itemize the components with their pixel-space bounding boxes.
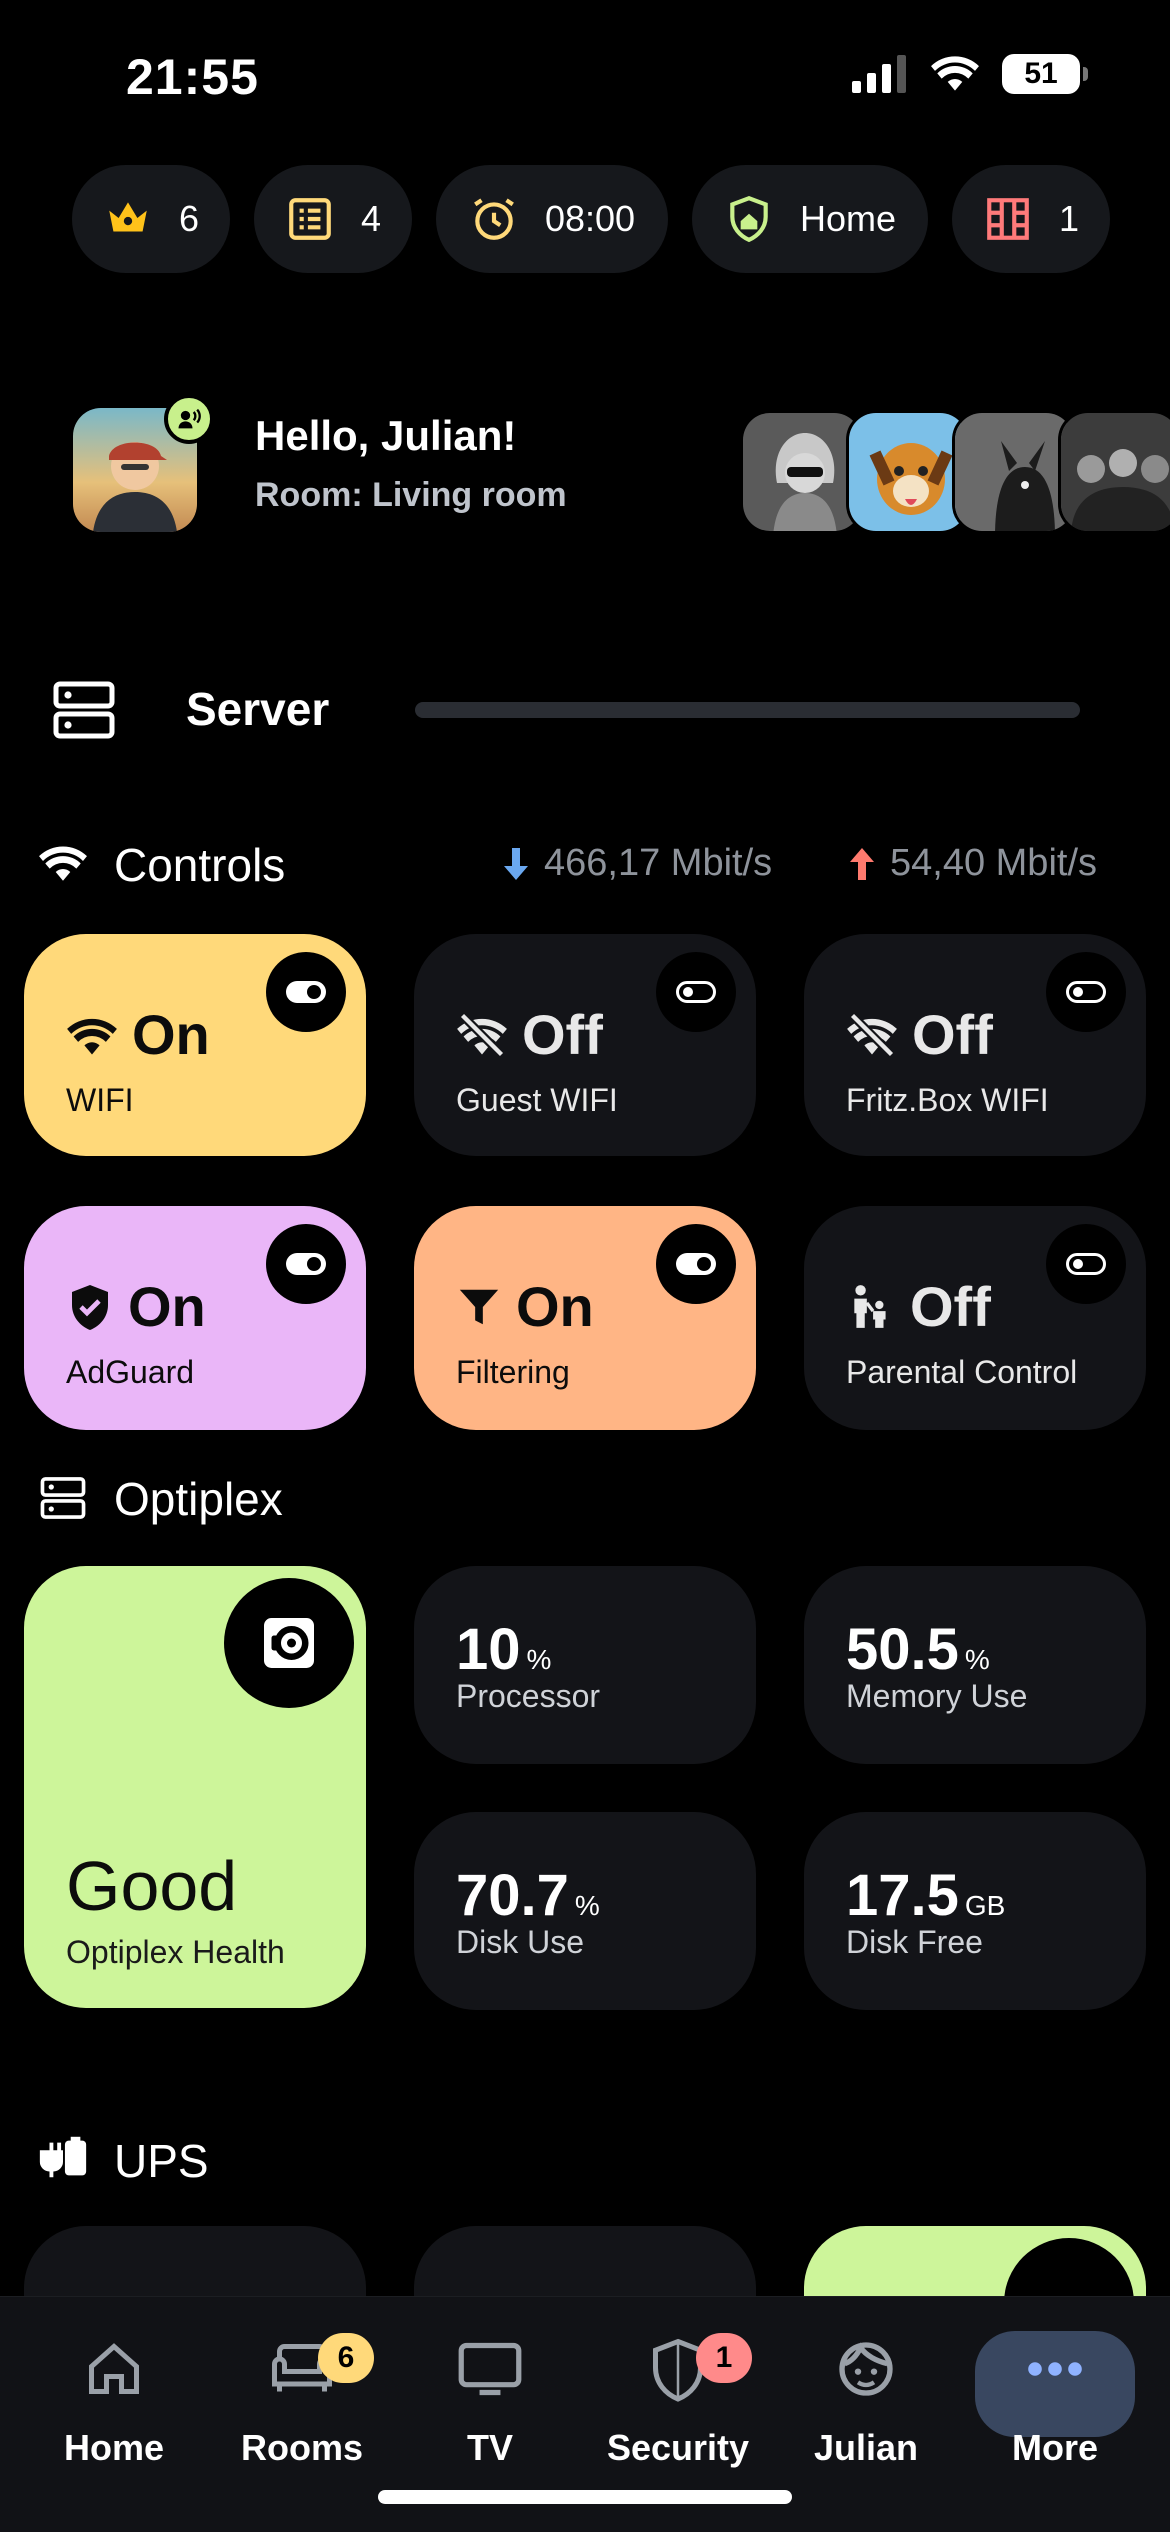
- tile-wifi-label: WIFI: [66, 1082, 134, 1118]
- rooms-badge: 6: [318, 2333, 374, 2383]
- tile-adguard-state: On: [66, 1274, 206, 1339]
- upload-arrow-icon: [850, 847, 874, 880]
- tile-guest-wifi-state: Off: [456, 1002, 603, 1067]
- nav-more[interactable]: More: [975, 2329, 1135, 2469]
- voice-badge-icon: [164, 394, 214, 444]
- tile-guest-wifi-label: Guest WIFI: [456, 1082, 618, 1118]
- tile-adguard-label: AdGuard: [66, 1354, 195, 1390]
- toggle-off-icon[interactable]: [1046, 952, 1126, 1032]
- toggle-on-icon[interactable]: [266, 952, 346, 1032]
- tile-parental-control-state: Off: [846, 1274, 991, 1339]
- wifi-off-icon: [457, 1011, 507, 1058]
- toggle-on-icon[interactable]: [656, 1224, 736, 1304]
- metric-disk-use[interactable]: 70.7% Disk Use: [414, 1812, 756, 2010]
- chip-mode-label: Home: [799, 198, 897, 239]
- download-arrow-icon: [504, 847, 528, 880]
- home-indicator[interactable]: [378, 2490, 792, 2504]
- tile-wifi[interactable]: On WIFI: [24, 934, 366, 1156]
- list-icon: [289, 198, 331, 240]
- tile-filtering-state: On: [456, 1274, 594, 1339]
- nav-tv[interactable]: TV: [410, 2329, 570, 2469]
- household-members: [740, 410, 1170, 534]
- home-icon: [89, 2343, 139, 2394]
- status-icons: 51: [852, 54, 1088, 94]
- tile-fritzbox-wifi[interactable]: Off Fritz.Box WIFI: [804, 934, 1146, 1156]
- user-face-icon: [839, 2342, 893, 2396]
- chip-tasks-count: 4: [360, 198, 382, 239]
- nav-julian[interactable]: Julian: [786, 2329, 946, 2469]
- parent-child-icon: [854, 1284, 886, 1328]
- member-avatar[interactable]: [1058, 410, 1170, 534]
- metric-memory-value: 50.5%: [846, 1617, 990, 1682]
- metric-disk-use-value: 70.7%: [456, 1863, 600, 1928]
- shield-check-icon: [72, 1284, 108, 1330]
- current-room: Room: Living room: [255, 476, 567, 514]
- server-progress-bar: [415, 702, 1080, 718]
- download-speed: 466,17 Mbit/s: [502, 842, 772, 885]
- tile-fritzbox-wifi-state: Off: [846, 1002, 993, 1067]
- upload-speed-value: 54,40 Mbit/s: [890, 842, 1097, 884]
- metric-processor-label: Processor: [456, 1678, 601, 1714]
- greeting-title: Hello, Julian!: [255, 412, 517, 459]
- security-badge: 1: [696, 2333, 752, 2383]
- wifi-status-icon: [931, 56, 979, 91]
- tile-fritzbox-wifi-label: Fritz.Box WIFI: [846, 1082, 1049, 1118]
- nav-rooms[interactable]: Rooms 6: [222, 2329, 382, 2469]
- metric-processor-value: 10%: [456, 1617, 552, 1682]
- metric-processor[interactable]: 10% Processor: [414, 1566, 756, 1764]
- optiplex-title: Optiplex: [114, 1473, 283, 1525]
- health-value: Good: [66, 1847, 238, 1925]
- metric-disk-free-label: Disk Free: [846, 1924, 983, 1960]
- nav-home[interactable]: Home: [34, 2329, 194, 2469]
- home-shield-icon: [730, 195, 768, 243]
- tile-adguard[interactable]: On AdGuard: [24, 1206, 366, 1430]
- more-dots-icon: [1028, 2362, 1082, 2376]
- chip-tasks[interactable]: 4: [254, 165, 412, 273]
- optiplex-server-icon: [38, 1476, 88, 1525]
- controls-title: Controls: [114, 839, 286, 891]
- tile-filtering[interactable]: On Filtering: [414, 1206, 756, 1430]
- tile-guest-wifi[interactable]: Off Guest WIFI: [414, 934, 756, 1156]
- metric-disk-free[interactable]: 17.5 GB Disk Free: [804, 1812, 1146, 2010]
- server-icon: [52, 680, 116, 745]
- crown-icon: [109, 202, 147, 232]
- tile-parental-control-label: Parental Control: [846, 1354, 1078, 1390]
- health-label: Optiplex Health: [66, 1934, 285, 1970]
- chip-mode[interactable]: Home: [692, 165, 928, 273]
- download-speed-value: 466,17 Mbit/s: [544, 842, 773, 884]
- alarm-icon: [474, 198, 514, 240]
- toggle-on-icon[interactable]: [266, 1224, 346, 1304]
- filter-icon: [459, 1289, 499, 1324]
- chip-doors-count: 1: [1058, 198, 1080, 239]
- chip-lights[interactable]: 6: [72, 165, 230, 273]
- tile-filtering-label: Filtering: [456, 1354, 570, 1390]
- wifi-icon: [67, 1018, 117, 1054]
- chip-doors[interactable]: 1: [952, 165, 1110, 273]
- toggle-off-icon[interactable]: [1046, 1224, 1126, 1304]
- tile-parental-control[interactable]: Off Parental Control: [804, 1206, 1146, 1430]
- server-label[interactable]: Server: [186, 682, 329, 736]
- battery-indicator: 51: [1002, 54, 1088, 94]
- tile-optiplex-health[interactable]: Good Optiplex Health: [24, 1566, 366, 2008]
- health-status-icon: [224, 1578, 354, 1708]
- chip-alarm[interactable]: 08:00: [436, 165, 668, 273]
- metric-disk-free-value: 17.5 GB: [846, 1863, 1006, 1928]
- chip-alarm-time: 08:00: [544, 198, 636, 239]
- status-time: 21:55: [126, 49, 259, 105]
- metric-memory[interactable]: 50.5% Memory Use: [804, 1566, 1146, 1764]
- chip-lights-count: 6: [178, 198, 200, 239]
- toggle-off-icon[interactable]: [656, 952, 736, 1032]
- upload-speed: 54,40 Mbit/s: [848, 842, 1097, 885]
- door-icon: [987, 198, 1029, 240]
- signal-icon: [852, 55, 906, 93]
- ups-title: UPS: [114, 2135, 209, 2187]
- wifi-off-icon: [847, 1011, 897, 1058]
- controls-wifi-icon: [38, 840, 88, 889]
- metric-memory-label: Memory Use: [846, 1678, 1028, 1714]
- metric-disk-use-label: Disk Use: [456, 1924, 585, 1960]
- tile-wifi-state: On: [66, 1002, 210, 1067]
- tv-icon: [458, 2342, 522, 2396]
- ups-plug-icon: [36, 2134, 90, 2187]
- nav-security[interactable]: Security 1: [598, 2329, 758, 2469]
